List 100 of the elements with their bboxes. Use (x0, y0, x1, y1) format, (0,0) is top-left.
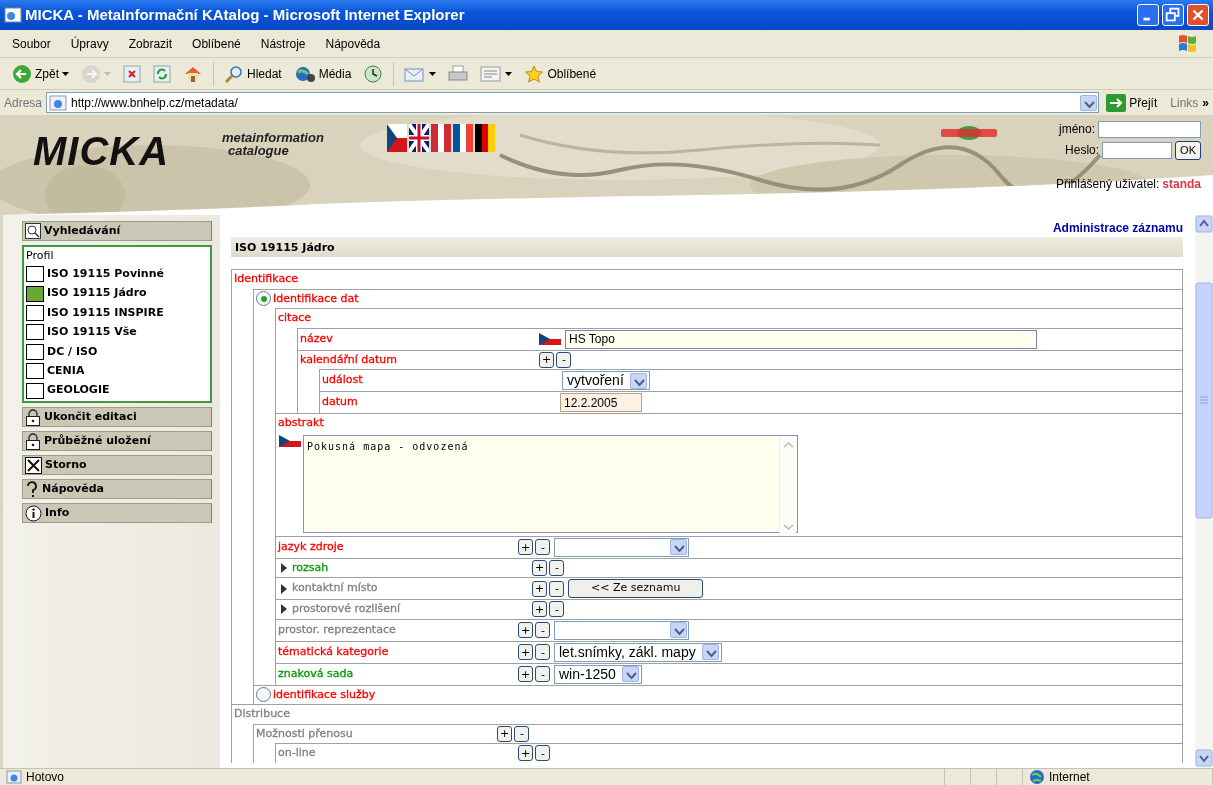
scrollbar-icon[interactable] (779, 436, 796, 535)
checkbox[interactable] (26, 285, 44, 302)
sidebar-button[interactable]: Storno (22, 455, 212, 476)
checkbox[interactable] (26, 266, 44, 283)
stop-button[interactable] (121, 62, 143, 85)
select-field[interactable]: let.snímky, zákl. mapy (554, 642, 722, 662)
field-label: Identifikace dat (273, 290, 359, 307)
restore-icon[interactable] (1162, 4, 1184, 26)
refresh-icon (153, 64, 171, 83)
select-field[interactable]: win-1250 (554, 664, 642, 684)
flag-icon (539, 333, 561, 345)
add-button[interactable]: + (518, 644, 533, 660)
close-icon[interactable] (1187, 4, 1209, 26)
scrollbar[interactable] (1195, 215, 1213, 768)
add-button[interactable]: + (532, 559, 547, 576)
remove-button[interactable]: - (535, 666, 550, 682)
remove-button[interactable]: - (514, 725, 529, 742)
field-label: citace (278, 310, 311, 326)
remove-button[interactable]: - (535, 745, 550, 762)
remove-button[interactable]: - (535, 622, 550, 638)
radio-button[interactable] (256, 291, 271, 307)
search-icon (25, 223, 41, 239)
sidebar-button[interactable]: Nápověda (22, 479, 212, 500)
profile-option[interactable]: ISO 19115 Jádro (26, 283, 208, 304)
add-button[interactable]: + (518, 666, 533, 682)
checkbox[interactable] (26, 304, 44, 321)
menu-item[interactable]: Nápověda (325, 34, 381, 53)
back-button[interactable]: Zpět (10, 61, 71, 86)
select-field[interactable]: vytvoření (562, 371, 650, 390)
globe-icon (293, 64, 316, 83)
add-button[interactable]: + (518, 539, 533, 555)
menu-item[interactable]: Oblíbené (192, 34, 241, 53)
text-field[interactable]: HS Topo (565, 329, 1037, 349)
profile-option[interactable]: GEOLOGIE (26, 380, 208, 401)
add-button[interactable]: + (518, 745, 533, 762)
logged-user-label: Přihlášený uživatel: (1055, 175, 1160, 193)
add-button[interactable]: + (532, 601, 547, 618)
zone-text: Internet (1049, 769, 1090, 785)
address-field[interactable]: http://www.bnhelp.cz/metadata/ (46, 92, 1100, 113)
add-button[interactable]: + (518, 622, 533, 638)
option-label: ISO 19115 Jádro (47, 285, 147, 302)
remove-button[interactable]: - (549, 559, 564, 576)
remove-button[interactable]: - (535, 539, 550, 555)
checkbox[interactable] (26, 382, 44, 399)
field-label: datum (322, 394, 358, 411)
checkbox[interactable] (26, 324, 44, 341)
links-button[interactable]: Links (1170, 93, 1199, 112)
select-field[interactable] (554, 620, 689, 640)
favorites-button[interactable]: Oblíbené (522, 62, 599, 85)
menu-item[interactable]: Úpravy (70, 34, 109, 53)
date-field[interactable]: 12.2.2005 (560, 393, 642, 412)
add-button[interactable]: + (532, 580, 547, 597)
page-icon (6, 770, 22, 784)
add-button[interactable]: + (497, 725, 512, 742)
flag-icon[interactable] (475, 124, 495, 152)
ok-button[interactable]: OK (1175, 141, 1201, 160)
media-button[interactable]: Média (291, 62, 354, 85)
flag-icon[interactable] (453, 124, 473, 152)
field-label: znaková sada (278, 665, 354, 682)
field-label: identifikace služby (273, 686, 376, 703)
remove-button[interactable]: - (549, 601, 564, 618)
name-label: jméno: (1058, 121, 1095, 138)
admin-link[interactable]: Administrace záznamu (231, 219, 1183, 237)
menu-item[interactable]: Nástroje (260, 34, 306, 53)
checkbox[interactable] (26, 343, 44, 360)
profile-option[interactable]: DC / ISO (26, 342, 208, 362)
profile-option[interactable]: ISO 19115 Povinné (26, 264, 208, 284)
tagline: metainformation (222, 131, 324, 144)
user-name: standa (1162, 175, 1201, 193)
sidebar-button[interactable]: Ukončit editaci (22, 407, 212, 428)
checkbox[interactable] (26, 363, 44, 380)
profile-option[interactable]: ISO 19115 INSPIRE (26, 303, 208, 323)
option-label: ISO 19115 Povinné (47, 265, 164, 282)
profile-option[interactable]: CENIA (26, 361, 208, 381)
search-button[interactable]: Hledat (222, 62, 284, 85)
field-label: kontaktní místo (292, 580, 378, 597)
select-field[interactable] (554, 537, 689, 557)
go-button[interactable]: Přejít (1103, 93, 1161, 112)
profile-option[interactable]: ISO 19115 Vše (26, 322, 208, 343)
pick-from-list-button[interactable]: << Ze seznamu (568, 579, 704, 598)
sidebar-button[interactable]: Vyhledávání (22, 221, 212, 241)
menu-item[interactable]: Zobrazit (128, 34, 173, 53)
chevron-button[interactable]: » (1202, 93, 1209, 112)
add-button[interactable]: + (539, 351, 554, 368)
minimize-icon[interactable] (1137, 4, 1159, 26)
radio-button[interactable] (256, 687, 271, 703)
flag-icon[interactable] (409, 124, 429, 152)
info-icon (25, 504, 42, 522)
menu-item[interactable]: Soubor (12, 34, 51, 53)
sidebar-button[interactable]: Průběžné uložení (22, 431, 212, 452)
lock-icon (25, 432, 41, 450)
refresh-button[interactable] (151, 62, 173, 85)
remove-button[interactable]: - (549, 580, 564, 597)
star-icon (524, 64, 545, 83)
flag-icon[interactable] (387, 124, 407, 152)
text-area[interactable]: Pokusná mapa - odvozená (303, 434, 798, 533)
page-icon (49, 94, 68, 111)
remove-button[interactable]: - (556, 351, 571, 368)
sidebar-button[interactable]: Info (22, 503, 212, 524)
remove-button[interactable]: - (535, 644, 550, 660)
